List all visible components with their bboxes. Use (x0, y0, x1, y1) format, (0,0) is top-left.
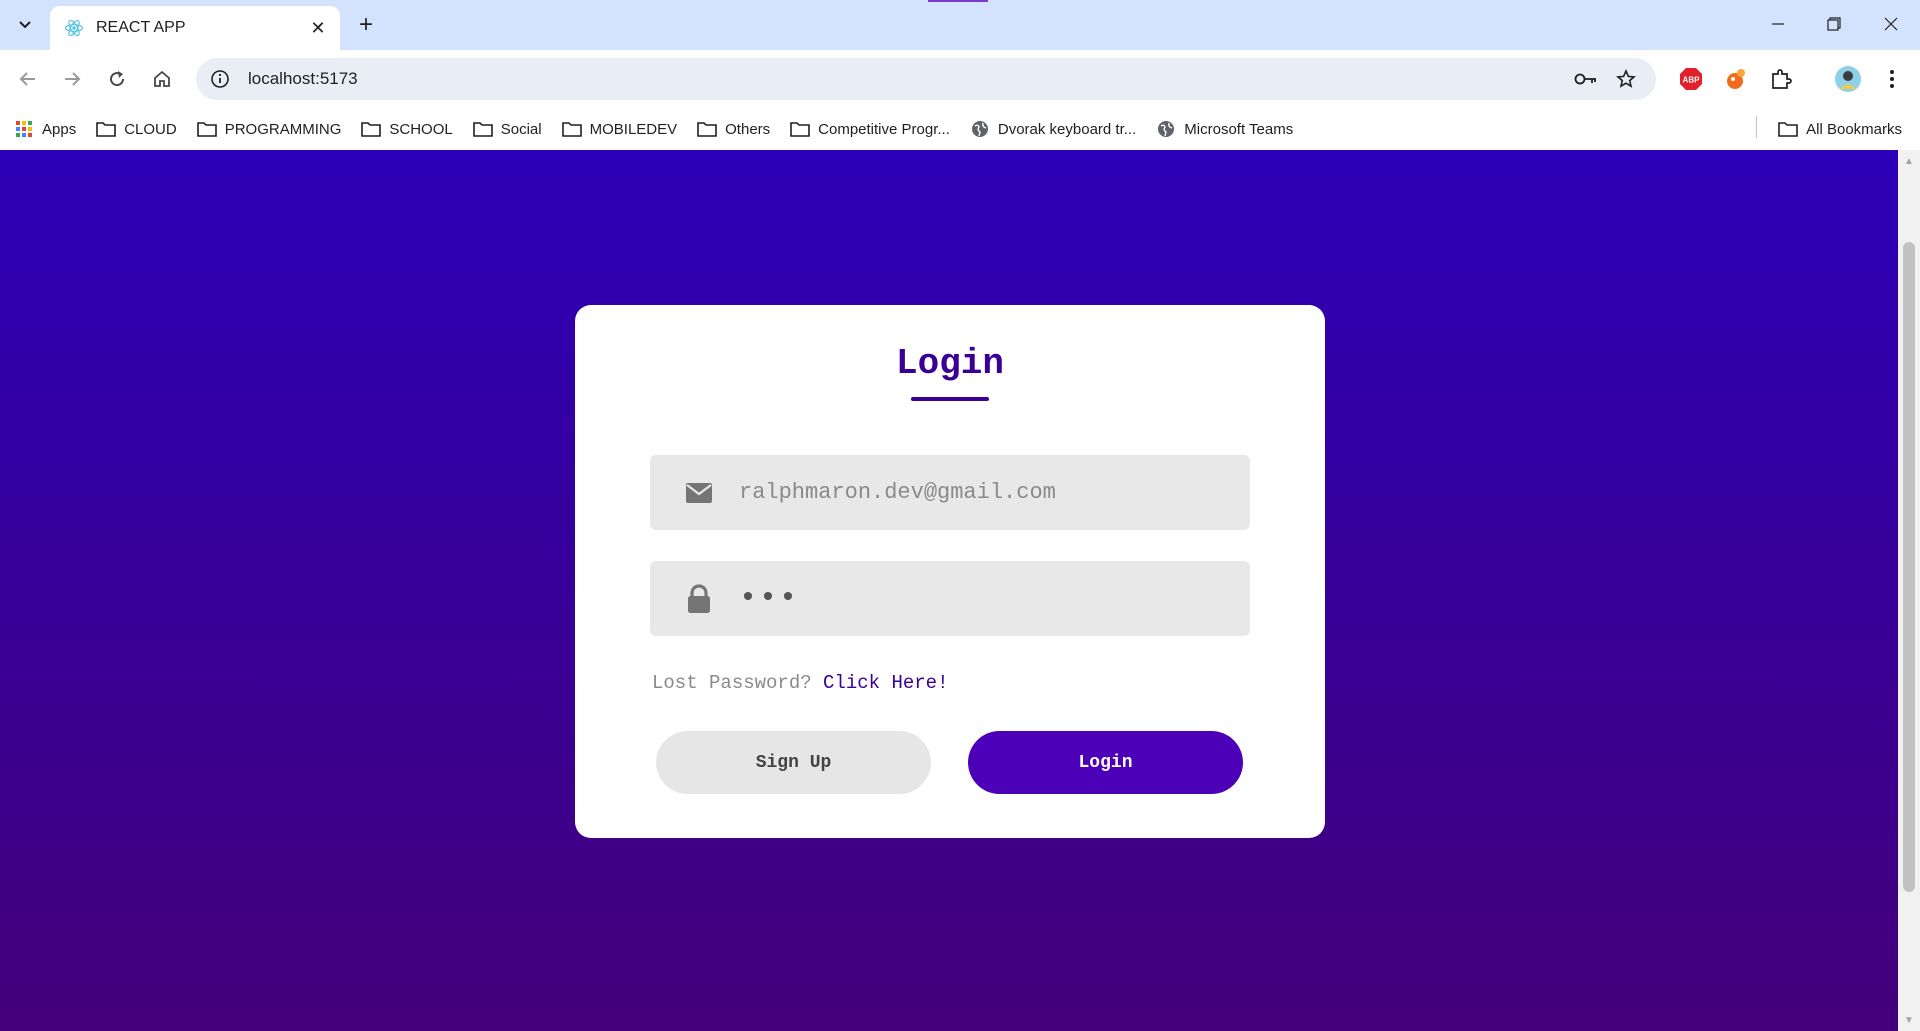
folder-icon (472, 119, 493, 139)
tab-title: REACT APP (96, 19, 186, 36)
bookmark-folder-others[interactable]: Others (697, 113, 780, 145)
extension-orange-icon[interactable] (1722, 65, 1750, 93)
window-close-button[interactable] (1862, 0, 1920, 48)
all-bookmarks-button[interactable]: All Bookmarks (1778, 108, 1902, 150)
chevron-down-icon (19, 21, 31, 29)
tab-strip-accent (928, 0, 988, 2)
bookmark-folder-competitive-programming[interactable]: Competitive Progr... (790, 113, 960, 145)
address-bar[interactable]: localhost:5173 (196, 58, 1656, 100)
bookmark-label: SCHOOL (389, 120, 453, 138)
tab-search-button[interactable] (10, 12, 40, 38)
bookmark-label: Competitive Progr... (818, 120, 950, 138)
envelope-icon (684, 478, 714, 508)
globe-icon (1156, 119, 1176, 139)
lock-icon (684, 583, 714, 614)
url-text[interactable]: localhost:5173 (248, 69, 1570, 89)
page-background: Login Lost Password? Click Here! Sign Up… (0, 150, 1898, 1031)
login-title: Login (895, 343, 1005, 384)
title-underline (911, 397, 989, 401)
vertical-scrollbar[interactable]: ▲ ▼ (1898, 150, 1920, 1031)
home-icon (154, 70, 170, 87)
arrow-left-icon (19, 72, 35, 86)
email-field[interactable] (650, 455, 1250, 530)
folder-icon (790, 119, 810, 139)
sign-up-button[interactable]: Sign Up (656, 731, 931, 794)
adblock-plus-icon[interactable]: ABP (1677, 65, 1705, 93)
folder-icon (196, 119, 217, 139)
scroll-down-arrow-icon[interactable]: ▼ (1898, 1011, 1920, 1029)
reload-icon (110, 71, 125, 87)
bookmark-folder-cloud[interactable]: CLOUD (96, 113, 187, 145)
bookmark-apps[interactable]: Apps (14, 113, 86, 145)
bookmarks-divider (1756, 116, 1757, 138)
lost-password-row: Lost Password? Click Here! (652, 672, 948, 694)
svg-text:ABP: ABP (1683, 76, 1701, 85)
reset-password-link[interactable]: Click Here! (823, 672, 948, 694)
bookmark-label: Dvorak keyboard tr... (997, 120, 1137, 138)
tab-react-app[interactable]: REACT APP ✕ (50, 6, 340, 50)
folder-icon (697, 119, 717, 139)
login-card: Login Lost Password? Click Here! Sign Up… (575, 305, 1325, 838)
bookmark-folder-school[interactable]: SCHOOL (361, 113, 462, 145)
new-tab-button[interactable]: + (352, 11, 380, 39)
restore-icon (1827, 17, 1841, 31)
reload-button[interactable] (101, 63, 133, 95)
password-input[interactable] (739, 581, 1229, 616)
bookmark-label: Others (725, 120, 771, 138)
bookmark-folder-programming[interactable]: PROGRAMMING (196, 113, 352, 145)
info-icon[interactable] (208, 67, 232, 91)
bookmark-label: Apps (42, 120, 77, 138)
close-icon[interactable]: ✕ (308, 18, 328, 38)
login-button[interactable]: Login (968, 731, 1243, 794)
lost-password-text: Lost Password? (652, 672, 812, 694)
folder-icon (561, 119, 582, 139)
bookmark-folder-social[interactable]: Social (472, 113, 552, 145)
arrow-right-icon (65, 72, 81, 86)
bookmark-label: CLOUD (124, 120, 177, 138)
window-close-icon (1884, 17, 1898, 31)
bookmark-label: MOBILEDEV (589, 120, 678, 138)
forward-button[interactable] (56, 63, 88, 95)
browser-toolbar: localhost:5173 ABP (0, 50, 1920, 108)
bookmark-dvorak[interactable]: Dvorak keyboard tr... (970, 113, 1146, 145)
react-icon (64, 18, 84, 38)
apps-grid-icon (14, 119, 34, 139)
bookmarks-bar: Apps CLOUD PROGRAMMING SCHOOL Social MOB… (0, 108, 1920, 150)
home-button[interactable] (146, 63, 178, 95)
profile-avatar[interactable] (1832, 63, 1864, 95)
globe-icon (970, 119, 990, 139)
bookmark-microsoft-teams[interactable]: Microsoft Teams (1156, 113, 1303, 145)
bookmark-label: Microsoft Teams (1184, 120, 1294, 138)
scrollbar-thumb[interactable] (1903, 242, 1915, 892)
puzzle-icon[interactable] (1767, 65, 1795, 93)
tab-strip: REACT APP ✕ + (0, 0, 1920, 50)
key-icon[interactable] (1570, 63, 1602, 95)
menu-kebab-icon[interactable] (1878, 65, 1906, 93)
password-field[interactable] (650, 561, 1250, 636)
scroll-up-arrow-icon[interactable]: ▲ (1898, 152, 1920, 170)
back-button[interactable] (12, 63, 44, 95)
folder-icon (1778, 119, 1798, 139)
star-icon[interactable] (1610, 63, 1642, 95)
minimize-icon (1772, 23, 1784, 25)
email-input[interactable] (739, 480, 1229, 505)
restore-button[interactable] (1805, 0, 1863, 48)
folder-icon (361, 119, 382, 139)
folder-icon (96, 119, 117, 139)
bookmark-folder-mobiledev[interactable]: MOBILEDEV (561, 113, 688, 145)
bookmark-label: PROGRAMMING (224, 120, 342, 138)
bookmark-label: Social (500, 120, 542, 138)
minimize-button[interactable] (1749, 0, 1807, 48)
all-bookmarks-label: All Bookmarks (1806, 120, 1902, 138)
